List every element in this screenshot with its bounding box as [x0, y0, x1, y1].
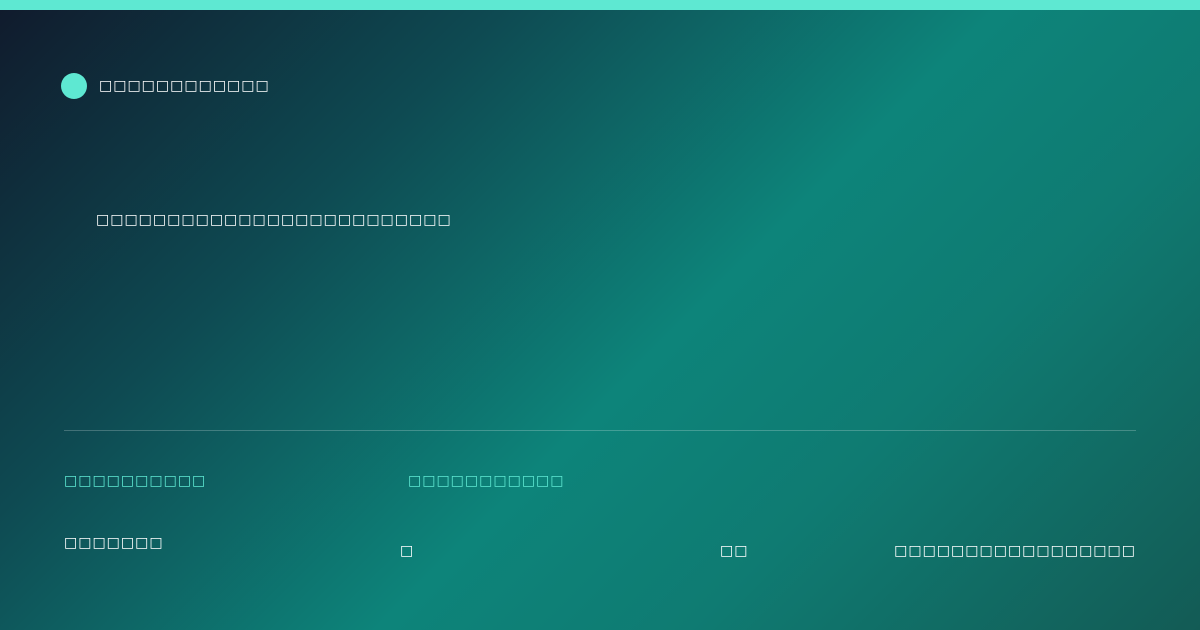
brand-name: □□□□□□□□□□□□ — [99, 78, 270, 94]
footer-value-4: □□□□□□□□□□□□□□□□□ — [894, 543, 1136, 559]
footer-value-3: □□ — [720, 543, 749, 559]
divider — [64, 430, 1136, 431]
footer-value-1: □□□□□□□ — [64, 535, 164, 551]
footer-label-1: □□□□□□□□□□ — [64, 473, 207, 489]
footer-label-2: □□□□□□□□□□□ — [408, 473, 565, 489]
circle-logo-icon — [61, 73, 87, 99]
brand: □□□□□□□□□□□□ — [61, 73, 270, 99]
top-accent-bar — [0, 0, 1200, 10]
headline: □□□□□□□□□□□□□□□□□□□□□□□□□ — [96, 212, 452, 228]
footer-value-2: □ — [400, 543, 415, 559]
